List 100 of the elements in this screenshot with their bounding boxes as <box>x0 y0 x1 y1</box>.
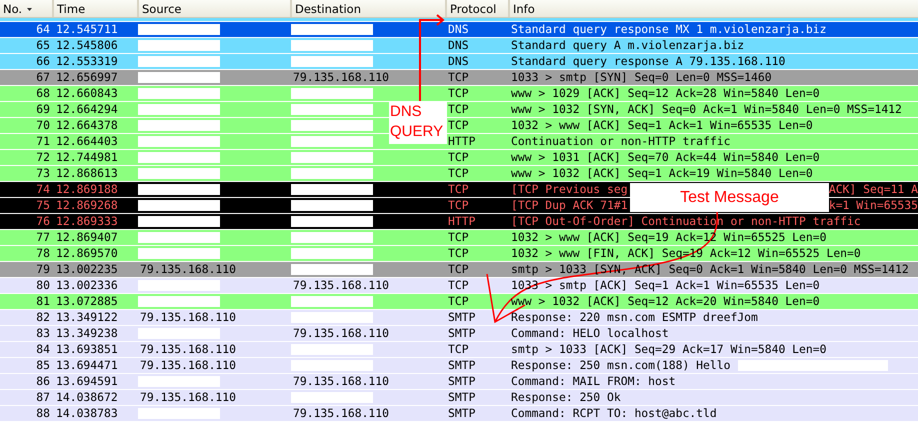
packet-time: 12.664294 <box>55 102 119 117</box>
packet-number: 86 <box>35 374 51 389</box>
packet-row[interactable]: 64 12.545711 DNS Standard query response MX 1 m.violenzarja.biz <box>0 22 918 38</box>
packet-number: 77 <box>35 230 51 245</box>
packet-row[interactable]: 84 13.693851 79.135.168.110 TCP smtp > 1033 [ACK] Seq=29 Ack=17 Win=5840 Len=0 <box>0 342 918 358</box>
packet-row[interactable]: 81 13.072885 TCP www > 1032 [ACK] Seq=12 Ack=20 Win=5840 Len=0 <box>0 294 918 310</box>
packet-row[interactable]: 80 13.002336 79.135.168.110 TCP 1033 > smtp [ACK] Seq=1 Ack=1 Win=65535 Len=0 <box>0 278 918 294</box>
packet-row[interactable]: 68 12.660843 TCP www > 1029 [ACK] Seq=12 Ack=28 Win=5840 Len=0 <box>0 86 918 102</box>
packet-row[interactable]: 66 12.553319 DNS Standard query response A 79.135.168.110 <box>0 54 918 70</box>
info-text: Command: MAIL FROM: host <box>511 374 676 389</box>
packet-time: 13.349238 <box>55 326 119 341</box>
packet-row[interactable]: 82 13.349122 79.135.168.110 SMTP Response: 220 msn.com ESMTP dreefJom <box>0 310 918 326</box>
protocol-text: TCP <box>447 278 470 293</box>
packet-number: 80 <box>35 278 51 293</box>
protocol-text: DNS <box>447 54 470 69</box>
packet-number: 83 <box>35 326 51 341</box>
column-header[interactable]: No. <box>0 0 52 17</box>
info-text: [TCP Previous seg <box>511 182 628 197</box>
protocol-text: SMTP <box>447 310 476 325</box>
annotation-label: DNS QUERY <box>389 101 447 144</box>
info-text: Response: 250 Ok <box>511 390 621 405</box>
protocol-text: SMTP <box>447 358 476 373</box>
packet-number: 67 <box>35 70 51 85</box>
destination-address: 79.135.168.110 <box>293 374 390 389</box>
protocol-text: SMTP <box>447 390 476 405</box>
packet-time: 14.038783 <box>55 406 119 421</box>
packet-row[interactable]: 67 12.656997 79.135.168.110 TCP 1033 > smtp [SYN] Seq=0 Len=0 MSS=1460 <box>0 70 918 86</box>
protocol-text: DNS <box>447 38 470 53</box>
packet-row[interactable]: 88 14.038783 79.135.168.110 SMTP Command: RCPT TO: host@abc.tld <box>0 406 918 422</box>
info-text: Continuation or non-HTTP traffic <box>511 134 730 149</box>
destination-address: 79.135.168.110 <box>293 326 390 341</box>
source-address: 79.135.168.110 <box>140 262 236 277</box>
info-text: [TCP Dup ACK 71#1 <box>511 198 628 213</box>
info-text: Command: RCPT TO: host@abc.tld <box>511 406 717 421</box>
packet-row[interactable]: 72 12.744981 TCP www > 1031 [ACK] Seq=70 Ack=44 Win=5840 Len=0 <box>0 150 918 166</box>
packet-time: 13.693851 <box>55 342 119 357</box>
packet-number: 76 <box>35 214 51 229</box>
packet-row[interactable]: 83 13.349238 79.135.168.110 SMTP Command: HELO localhost <box>0 326 918 342</box>
packet-number: 65 <box>35 38 51 53</box>
packet-row[interactable]: 73 12.868613 TCP www > 1032 [ACK] Seq=1 Ack=19 Win=5840 Len=0 <box>0 166 918 182</box>
packet-number: 73 <box>35 166 51 181</box>
packet-number: 82 <box>35 310 51 325</box>
packet-time: 13.072885 <box>55 294 119 309</box>
packet-number: 64 <box>35 22 51 37</box>
packet-row[interactable]: 87 14.038672 79.135.168.110 SMTP Response: 250 Ok <box>0 390 918 406</box>
destination-address: 79.135.168.110 <box>293 278 390 293</box>
packet-time: 13.694471 <box>55 358 119 373</box>
protocol-text: TCP <box>447 86 470 101</box>
packet-row[interactable]: 65 12.545806 DNS Standard query A m.violenzarja.biz <box>0 38 918 54</box>
packet-time: 12.664403 <box>55 134 119 149</box>
packet-number: 78 <box>35 246 51 261</box>
packet-time: 12.660843 <box>55 86 119 101</box>
protocol-text: TCP <box>447 118 470 133</box>
info-text: Standard query response A 79.135.168.110 <box>511 54 786 69</box>
protocol-text: HTTP <box>447 214 476 229</box>
protocol-text: TCP <box>447 150 470 165</box>
packet-number: 69 <box>35 102 51 117</box>
packet-time: 13.002336 <box>55 278 119 293</box>
packet-time: 12.553319 <box>55 54 119 69</box>
info-text: Standard query A m.violenzarja.biz <box>511 38 744 53</box>
packet-time: 12.545806 <box>55 38 119 53</box>
packet-number: 84 <box>35 342 51 357</box>
info-text: www > 1032 [ACK] Seq=1 Ack=19 Win=5840 Len=0 <box>511 166 813 181</box>
info-text: Command: HELO localhost <box>511 326 669 341</box>
info-text: Response: 250 msn.com(188) Hello <box>511 358 730 373</box>
packet-number: 68 <box>35 86 51 101</box>
info-text: 1033 > smtp [SYN] Seq=0 Len=0 MSS=1460 <box>511 70 772 85</box>
destination-address: 79.135.168.110 <box>293 406 390 421</box>
protocol-text: TCP <box>447 294 470 309</box>
protocol-text: SMTP <box>447 406 476 421</box>
protocol-text: TCP <box>447 246 470 261</box>
info-text: smtp > 1033 [ACK] Seq=29 Ack=17 Win=5840 Len=0 <box>511 342 826 357</box>
packet-number: 72 <box>35 150 51 165</box>
packet-number: 87 <box>35 390 51 405</box>
sort-icon <box>27 8 32 12</box>
packet-time: 13.694591 <box>55 374 119 389</box>
info-text: www > 1032 [SYN, ACK] Seq=0 Ack=1 Win=5840 Len=0 MSS=1412 <box>511 102 902 117</box>
packet-time: 13.002235 <box>55 262 119 277</box>
packet-time: 12.744981 <box>55 150 119 165</box>
protocol-text: TCP <box>447 198 470 213</box>
protocol-text: TCP <box>447 182 470 197</box>
packet-number: 70 <box>35 118 51 133</box>
source-address: 79.135.168.110 <box>140 342 236 357</box>
protocol-text: SMTP <box>447 326 476 341</box>
packet-time: 12.664378 <box>55 118 119 133</box>
info-text: Response: 220 msn.com ESMTP dreefJom <box>511 310 758 325</box>
destination-address: 79.135.168.110 <box>293 70 390 85</box>
packet-time: 12.545711 <box>55 22 119 37</box>
source-address: 79.135.168.110 <box>140 390 236 405</box>
protocol-text: TCP <box>447 70 470 85</box>
packet-row[interactable]: 85 13.694471 79.135.168.110 SMTP Response: 250 msn.com(188) Hello <box>0 358 918 374</box>
protocol-text: HTTP <box>447 134 476 149</box>
packet-time: 12.869570 <box>55 246 119 261</box>
info-text: Standard query response MX 1 m.violenzarja.biz <box>511 22 826 37</box>
packet-number: 88 <box>35 406 51 421</box>
annotation-label: Test Message <box>630 183 829 212</box>
protocol-text: TCP <box>447 166 470 181</box>
packet-time: 12.868613 <box>55 166 119 181</box>
packet-row[interactable]: 86 13.694591 79.135.168.110 SMTP Command: MAIL FROM: host <box>0 374 918 390</box>
info-text: www > 1031 [ACK] Seq=70 Ack=44 Win=5840 Len=0 <box>511 150 820 165</box>
